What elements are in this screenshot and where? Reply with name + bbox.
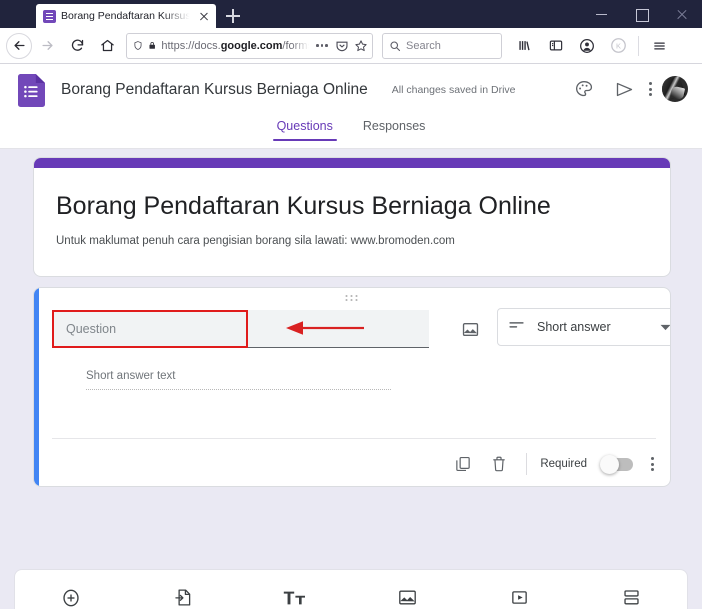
container-badge-icon[interactable]: K [603,31,633,61]
browser-tab-title: Borang Pendaftaran Kursus Ber [61,10,191,22]
search-icon [390,40,401,51]
question-type-select[interactable]: Short answer [497,308,670,346]
url-text: https://docs.google.com/forms/d/1nkoz [161,39,309,52]
browser-toolbar-right: K [510,31,674,61]
minimize-icon[interactable] [582,0,622,28]
question-more-vert-icon[interactable] [651,456,654,472]
add-item-toolbar [14,569,688,609]
question-selected-accent [34,288,39,486]
hamburger-menu-icon[interactable] [644,31,674,61]
required-toggle[interactable] [600,454,633,474]
add-title-description-button[interactable] [239,578,351,609]
tracking-protection-icon [134,41,142,50]
page-actions-ellipsis-icon[interactable] [314,44,330,47]
bottom-toolbar-area [0,559,702,609]
question-type-label: Short answer [537,320,611,334]
search-input[interactable]: Search [382,32,502,59]
new-tab-button[interactable] [222,5,244,27]
add-section-button[interactable] [575,578,687,609]
required-label: Required [540,458,587,470]
browser-navigation-bar: https://docs.google.com/forms/d/1nkoz Se… [0,28,702,64]
toggle-knob [600,454,619,474]
insert-image-icon[interactable] [457,316,483,342]
user-avatar[interactable] [662,76,688,102]
add-video-button[interactable] [463,578,575,609]
url-bar[interactable]: https://docs.google.com/forms/d/1nkoz [126,32,373,59]
svg-text:K: K [616,42,621,51]
drag-handle-icon[interactable] [345,295,359,301]
send-icon[interactable] [609,74,639,104]
short-answer-underline [86,389,391,390]
more-vert-icon[interactable] [649,81,652,97]
form-name-header[interactable]: Borang Pendaftaran Kursus Berniaga Onlin… [61,81,368,99]
home-icon[interactable] [92,31,122,61]
google-forms-favicon-icon [43,9,56,23]
short-answer-icon [508,318,525,336]
pocket-icon[interactable] [335,37,349,55]
footer-divider [526,453,528,475]
forward-arrow-icon[interactable] [32,31,62,61]
padlock-icon [149,41,155,49]
window-close-icon[interactable] [662,0,702,28]
sidebar-icon[interactable] [541,31,571,61]
search-placeholder: Search [406,39,441,52]
toolbar-divider [638,35,639,56]
short-answer-preview: Short answer text [86,370,391,390]
reload-icon[interactable] [62,31,92,61]
window-controls [582,0,702,28]
form-title[interactable]: Borang Pendaftaran Kursus Berniaga Onlin… [34,168,670,221]
form-title-card[interactable]: Borang Pendaftaran Kursus Berniaga Onlin… [33,157,671,277]
question-card[interactable]: Question Short answer Short answer text … [33,287,671,487]
browser-window: Borang Pendaftaran Kursus Ber https://do… [0,0,702,609]
back-arrow-icon[interactable] [6,32,32,59]
chevron-down-icon[interactable] [660,318,670,336]
duplicate-icon[interactable] [449,450,477,478]
import-questions-button[interactable] [127,578,239,609]
tab-questions[interactable]: Questions [272,116,338,141]
trash-icon[interactable] [485,450,513,478]
library-icon[interactable] [510,31,540,61]
google-forms-logo-icon [18,73,45,107]
google-forms-header: Borang Pendaftaran Kursus Berniaga Onlin… [0,64,702,116]
add-image-button[interactable] [351,578,463,609]
forms-tabs: Questions Responses [0,116,702,149]
add-question-button[interactable] [15,578,127,609]
tab-responses[interactable]: Responses [359,116,430,141]
question-footer: Required [449,446,654,482]
annotation-arrow-icon [286,320,364,336]
palette-icon[interactable] [569,74,599,104]
question-footer-divider [52,438,656,439]
form-description[interactable]: Untuk maklumat penuh cara pengisian bora… [34,221,670,247]
short-answer-hint: Short answer text [86,370,176,382]
window-titlebar: Borang Pendaftaran Kursus Ber [0,0,702,28]
save-status-text: All changes saved in Drive [391,84,516,96]
forms-header-actions [569,74,688,104]
form-header-stripe [34,158,670,168]
bookmark-star-icon[interactable] [354,37,368,55]
question-placeholder: Question [66,321,117,336]
tab-close-icon[interactable] [196,8,212,24]
account-icon[interactable] [572,31,602,61]
maximize-icon[interactable] [622,0,662,28]
browser-tab[interactable]: Borang Pendaftaran Kursus Ber [36,4,216,28]
form-canvas: Borang Pendaftaran Kursus Berniaga Onlin… [0,149,702,559]
question-input[interactable]: Question [52,310,429,348]
